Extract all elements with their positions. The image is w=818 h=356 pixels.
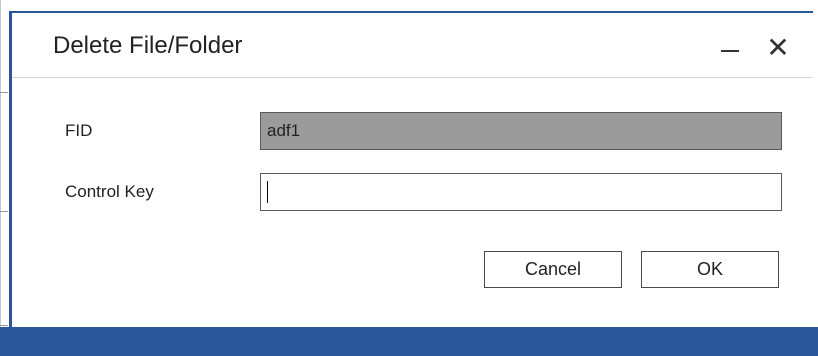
background-tick (0, 211, 8, 212)
background-window-edge (0, 0, 1, 356)
cancel-button[interactable]: Cancel (484, 251, 622, 288)
fid-label: FID (65, 121, 93, 140)
delete-file-folder-dialog: Delete File/Folder ✕ FID Control Key Can… (9, 11, 813, 327)
close-button[interactable]: ✕ (764, 34, 792, 62)
background-tick (0, 92, 8, 93)
control-key-label: Control Key (65, 182, 154, 201)
screen: Delete File/Folder ✕ FID Control Key Can… (0, 0, 818, 356)
fid-field (260, 112, 782, 150)
minimize-icon (721, 50, 739, 52)
control-key-input[interactable] (260, 173, 782, 211)
background-tick (0, 325, 8, 326)
ok-button[interactable]: OK (641, 251, 779, 288)
background-window-footer (0, 327, 818, 356)
text-caret (267, 181, 268, 203)
minimize-button[interactable] (716, 33, 744, 61)
dialog-title: Delete File/Folder (53, 32, 243, 59)
close-icon: ✕ (766, 32, 790, 63)
dialog-titlebar: Delete File/Folder ✕ (12, 13, 813, 78)
